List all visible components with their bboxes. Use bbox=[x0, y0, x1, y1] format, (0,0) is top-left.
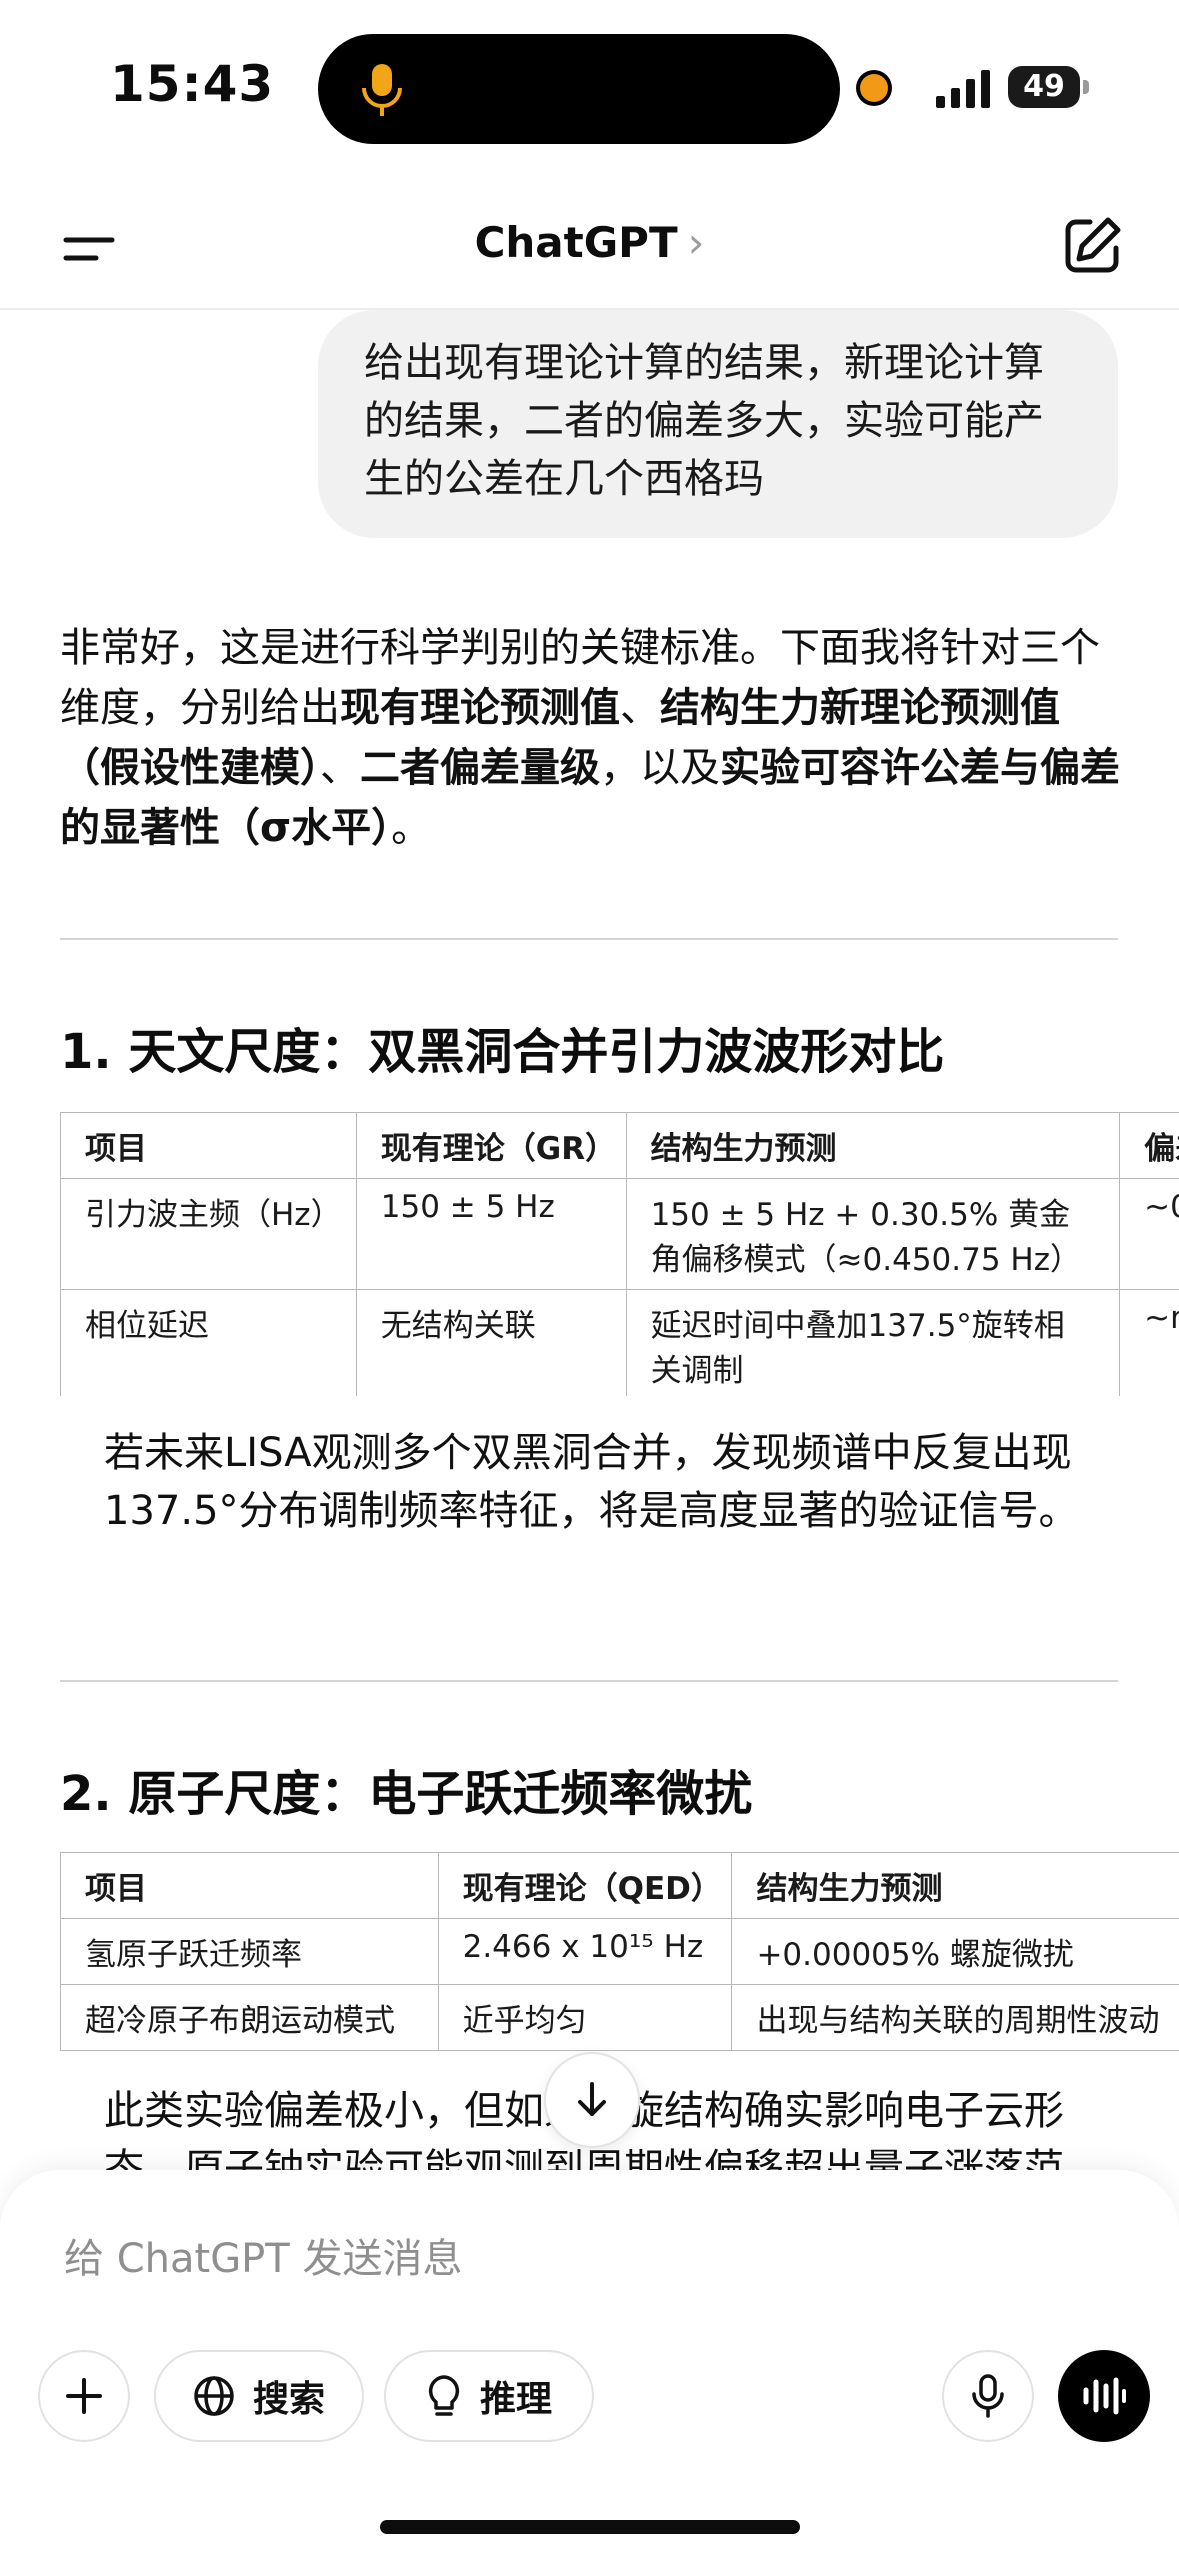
table-header-cell: 现有理论（GR） bbox=[355, 1112, 627, 1179]
intro-bold-text: 现有理论预测值 bbox=[340, 685, 620, 731]
assistant-intro-paragraph: 非常好，这是进行科学判别的关键标准。下面我将针对三个维度，分别给出现有理论预测值… bbox=[60, 618, 1120, 858]
intro-bold-text: 二者偏差量级 bbox=[360, 745, 600, 791]
section-heading: 1. 天文尺度：双黑洞合并引力波波形对比 bbox=[60, 1024, 945, 1080]
scroll-to-bottom-button[interactable] bbox=[544, 2052, 640, 2148]
table-header-cell: 结构生力预测 bbox=[731, 1852, 1179, 1919]
table-header-cell: 偏差 bbox=[1119, 1112, 1179, 1179]
lightbulb-icon bbox=[428, 2375, 460, 2416]
comparison-table: 项目 现有理论（GR） 结构生力预测 偏差 引力波主频（Hz） 150 ± 5 … bbox=[60, 1112, 1179, 1396]
user-message-bubble: 给出现有理论计算的结果，新理论计算的结果，二者的偏差多大，实验可能产生的公差在几… bbox=[318, 310, 1118, 538]
globe-icon bbox=[194, 2376, 234, 2416]
table-cell: 无结构关联 bbox=[355, 1289, 627, 1396]
intro-text: 、 bbox=[620, 685, 660, 731]
intro-text: 、 bbox=[320, 745, 360, 791]
table-cell: 150 ± 5 Hz + 0.30.5% 黄金角偏移模式（≈0.450.75 H… bbox=[625, 1178, 1121, 1290]
table-cell: 近乎均匀 bbox=[437, 1984, 733, 2051]
message-input[interactable]: 给 ChatGPT 发送消息 bbox=[64, 2226, 462, 2284]
table-row: 氢原子跃迁频率 2.466 x 10¹⁵ Hz +0.00005% 螺旋微扰 bbox=[60, 1918, 1179, 1985]
search-button[interactable]: 搜索 bbox=[154, 2350, 364, 2442]
table-row: 引力波主频（Hz） 150 ± 5 Hz 150 ± 5 Hz + 0.30.5… bbox=[60, 1178, 1179, 1290]
arrow-down-icon bbox=[578, 2082, 606, 2116]
table-cell: ~n bbox=[1119, 1289, 1179, 1396]
table-header-cell: 项目 bbox=[60, 1112, 357, 1179]
cellular-signal-icon bbox=[936, 70, 990, 108]
search-button-label: 搜索 bbox=[252, 2379, 325, 2420]
divider bbox=[60, 938, 1118, 940]
divider bbox=[60, 1680, 1118, 1682]
plus-icon bbox=[66, 2378, 102, 2414]
dictation-button[interactable] bbox=[942, 2350, 1034, 2442]
model-selector[interactable]: ChatGPT › bbox=[0, 218, 1179, 267]
table-cell: 出现与结构关联的周期性波动 bbox=[731, 1984, 1179, 2051]
table-cell: 超冷原子布朗运动模式 bbox=[60, 1984, 439, 2051]
table-cell: 相位延迟 bbox=[60, 1289, 357, 1396]
microphone-icon bbox=[972, 2374, 1004, 2418]
message-composer: 给 ChatGPT 发送消息 搜索 推理 bbox=[0, 2170, 1179, 2556]
table-header-cell: 结构生力预测 bbox=[625, 1112, 1121, 1179]
section-heading: 2. 原子尺度：电子跃迁频率微扰 bbox=[60, 1766, 753, 1822]
table-cell: ~0 bbox=[1119, 1178, 1179, 1290]
table-header-row: 项目 现有理论（GR） 结构生力预测 偏差 bbox=[60, 1112, 1179, 1179]
home-indicator bbox=[380, 2520, 800, 2534]
table-cell: +0.00005% 螺旋微扰 bbox=[731, 1918, 1179, 1985]
battery-indicator: 49 bbox=[1008, 66, 1089, 108]
table-header-row: 项目 现有理论（QED） 结构生力预测 bbox=[60, 1852, 1179, 1919]
table-cell: 150 ± 5 Hz bbox=[355, 1178, 627, 1290]
table-cell: 延迟时间中叠加137.5°旋转相关调制 bbox=[625, 1289, 1121, 1396]
table-cell: 引力波主频（Hz） bbox=[60, 1178, 357, 1290]
app-title-label: ChatGPT bbox=[474, 218, 678, 267]
app-header: ChatGPT › bbox=[0, 190, 1179, 310]
reason-button[interactable]: 推理 bbox=[384, 2350, 594, 2442]
comparison-table: 项目 现有理论（QED） 结构生力预测 氢原子跃迁频率 2.466 x 10¹⁵… bbox=[60, 1852, 1179, 2051]
table-cell: 2.466 x 10¹⁵ Hz bbox=[437, 1918, 733, 1985]
waveform-icon bbox=[1083, 2377, 1126, 2415]
table-row: 超冷原子布朗运动模式 近乎均匀 出现与结构关联的周期性波动 bbox=[60, 1984, 1179, 2051]
table-header-cell: 项目 bbox=[60, 1852, 439, 1919]
voice-mode-button[interactable] bbox=[1058, 2350, 1150, 2442]
table-row: 相位延迟 无结构关联 延迟时间中叠加137.5°旋转相关调制 ~n bbox=[60, 1289, 1179, 1396]
intro-text: ，以及 bbox=[600, 745, 720, 791]
table-cell: 氢原子跃迁频率 bbox=[60, 1918, 439, 1985]
table-scroll-container[interactable]: 项目 现有理论（QED） 结构生力预测 氢原子跃迁频率 2.466 x 10¹⁵… bbox=[0, 1852, 1179, 2062]
chevron-right-icon: › bbox=[687, 218, 705, 267]
privacy-indicator-icon bbox=[860, 74, 888, 102]
dynamic-island bbox=[318, 34, 840, 144]
add-attachment-button[interactable] bbox=[38, 2350, 130, 2442]
status-time: 15:43 bbox=[110, 55, 275, 113]
table-scroll-container[interactable]: 项目 现有理论（GR） 结构生力预测 偏差 引力波主频（Hz） 150 ± 5 … bbox=[0, 1112, 1179, 1396]
table-header-cell: 现有理论（QED） bbox=[437, 1852, 733, 1919]
intro-text: 。 bbox=[391, 805, 432, 851]
microphone-indicator-icon bbox=[362, 64, 402, 116]
new-chat-icon[interactable] bbox=[1062, 214, 1124, 276]
blockquote-note: 若未来LISA观测多个双黑洞合并，发现频谱中反复出现137.5°分布调制频率特征… bbox=[104, 1430, 1079, 1534]
reason-button-label: 推理 bbox=[479, 2379, 552, 2420]
